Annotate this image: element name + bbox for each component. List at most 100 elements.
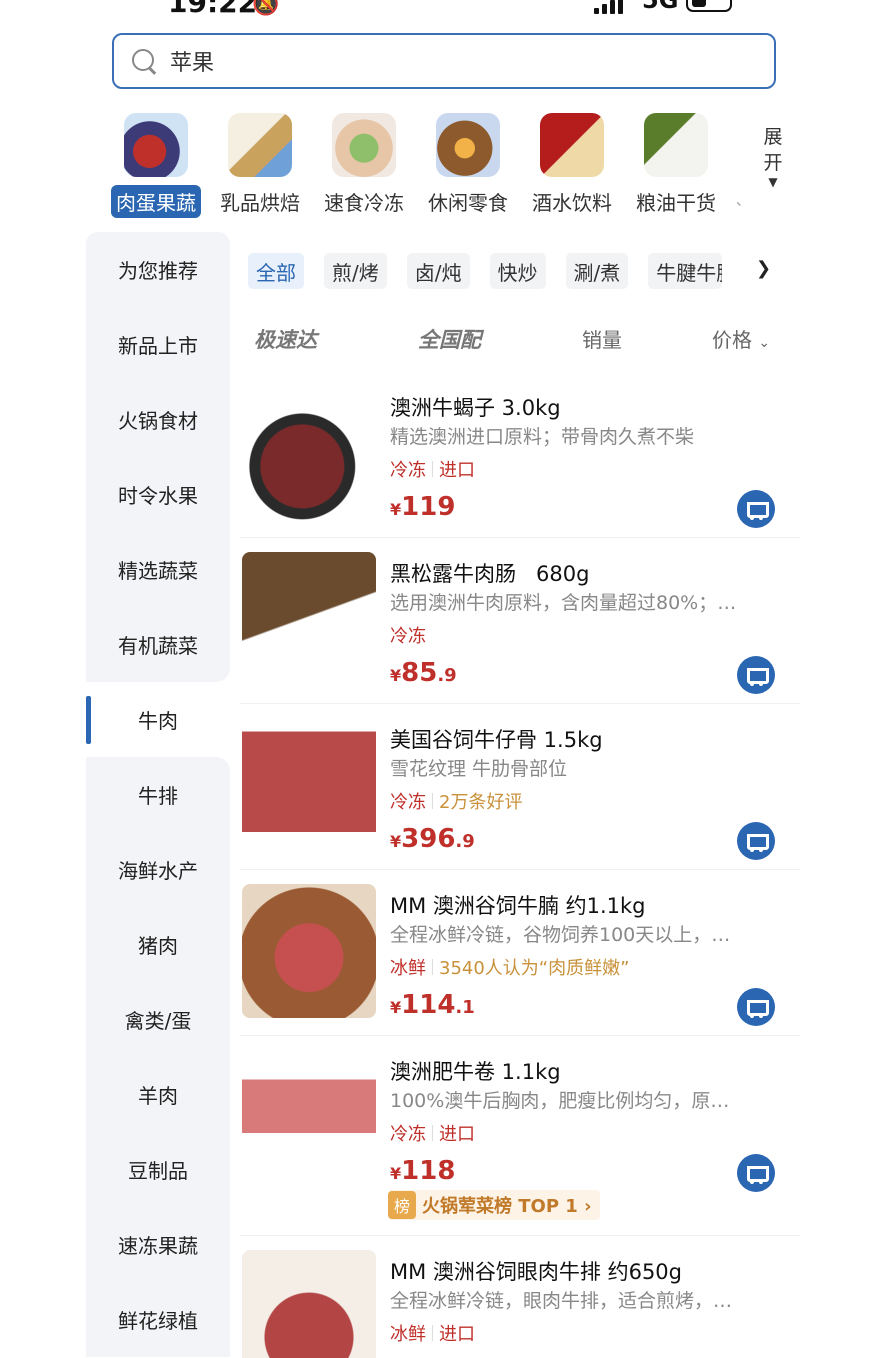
sidebar-item[interactable]: 时令水果 [86,457,230,532]
product-price: ¥119 [390,492,455,522]
filter-chip[interactable]: 涮/煮 [565,253,629,289]
product-item[interactable]: 黑松露牛肉肠 680g 选用澳洲牛肉原料，含肉量超过80%；… 冷冻 ¥85.9 [240,538,800,704]
sidebar-item[interactable]: 牛排 [86,757,230,832]
currency-symbol: ¥ [390,1164,402,1183]
tag-divider [432,959,433,975]
product-list: 澳洲牛蝎子 3.0kg 精选澳洲进口原料；带骨肉久煮不柴 冷冻 进口 ¥119 … [240,372,800,1358]
status-bar: 19:22 🔕 5G [0,0,888,26]
sidebar-item-label: 羊肉 [138,1084,178,1108]
category-label: 酒水饮料 [532,191,612,215]
expand-categories-button[interactable]: 展开 ▼ [760,124,786,188]
filter-chips: 全部 煎/烤 卤/炖 快炒 涮/煮 牛腱牛腩 [248,252,796,290]
product-item[interactable]: 美国谷饲牛仔骨 1.5kg 雪花纹理 牛肋骨部位 冷冻 2万条好评 ¥396.9 [240,704,800,870]
sidebar-item[interactable]: 火锅食材 [86,382,230,457]
rank-icon: 榜 [388,1191,416,1219]
sidebar-item-label: 牛排 [138,784,178,808]
price-decimal: .9 [437,665,457,686]
frozen-food-icon [332,113,396,177]
filter-chip-all[interactable]: 全部 [248,253,304,289]
price-integer: 119 [401,492,456,522]
product-desc: 全程冰鲜冷链，眼肉牛排，适合煎烤，… [390,1290,733,1312]
tag-divider [432,793,433,809]
mute-bell-icon: 🔕 [252,0,280,17]
product-tag: 进口 [439,1124,475,1145]
product-name: MM 澳洲谷饲眼肉牛排 约650g [390,1260,682,1284]
add-to-cart-icon[interactable] [737,656,775,694]
signal-icon [594,0,623,14]
product-name: 美国谷饲牛仔骨 1.5kg [390,728,603,752]
add-to-cart-icon[interactable] [737,988,775,1026]
product-tags: 冰鲜 3540人认为“肉质鲜嫩” [390,954,629,980]
filter-chip[interactable]: 卤/炖 [406,253,470,289]
add-to-cart-icon[interactable] [737,1154,775,1192]
sidebar-item[interactable]: 有机蔬菜 [86,607,230,682]
fruit-veg-icon [124,113,188,177]
currency-symbol: ¥ [390,832,402,851]
product-tag: 冰鲜 [390,958,426,979]
sidebar-item[interactable]: 海鲜水产 [86,832,230,907]
category-snack[interactable]: 休闲零食 [416,112,520,222]
price-integer: 114 [401,990,456,1020]
category-label: 粮油干货 [636,191,716,215]
sidebar-item[interactable]: 猪肉 [86,907,230,982]
product-desc: 100%澳牛后胸肉，肥瘦比例均匀，原… [390,1090,730,1112]
currency-symbol: ¥ [390,998,402,1017]
filter-chip[interactable]: 煎/烤 [324,253,387,289]
tag-divider [432,1125,433,1141]
product-item[interactable]: MM 澳洲谷饲牛腩 约1.1kg 全程冰鲜冷链，谷物饲养100天以上，… 冰鲜 … [240,870,800,1036]
sidebar-item[interactable]: 禽类/蛋 [86,982,230,1057]
product-item[interactable]: 澳洲牛蝎子 3.0kg 精选澳洲进口原料；带骨肉久煮不柴 冷冻 进口 ¥119 [240,372,800,538]
category-sidebar: 为您推荐 新品上市 火锅食材 时令水果 精选蔬菜 有机蔬菜 牛肉 牛排 海鲜水产… [86,232,230,1358]
category-dairy-bakery[interactable]: 乳品烘焙 [208,112,312,222]
category-frozen-food[interactable]: 速食冷冻 [312,112,416,222]
product-item[interactable]: MM 澳洲谷饲眼肉牛排 约650g 全程冰鲜冷链，眼肉牛排，适合煎烤，… 冰鲜 … [240,1236,800,1358]
sidebar-item[interactable]: 新品上市 [86,307,230,382]
product-item[interactable]: 澳洲肥牛卷 1.1kg 100%澳牛后胸肉，肥瘦比例均匀，原… 冷冻 进口 ¥1… [240,1036,800,1236]
sidebar-item[interactable]: 鲜花绿植 [86,1282,230,1357]
sidebar-item[interactable]: 速冻果蔬 [86,1207,230,1282]
product-name: MM 澳洲谷饲牛腩 约1.1kg [390,894,646,918]
add-to-cart-icon[interactable] [737,822,775,860]
caret-down-icon: ▼ [768,175,778,189]
product-image [242,552,376,686]
filter-chip[interactable]: 快炒 [489,253,546,289]
sort-nationwide[interactable]: 全国配 [418,324,481,354]
product-image [242,1250,376,1358]
category-fruit-veg[interactable]: 肉蛋果蔬 [104,112,208,222]
product-tags: 冰鲜 进口 [390,1320,475,1346]
network-type: 5G [642,0,679,14]
sidebar-item[interactable]: 精选蔬菜 [86,532,230,607]
sidebar-item-label: 海鲜水产 [118,859,198,883]
sidebar-item-label: 为您推荐 [118,259,198,283]
product-tag: 冷冻 [390,626,426,647]
category-grain-oil[interactable]: 粮油干货 [624,112,728,222]
sort-sales[interactable]: 销量 [582,324,622,353]
product-tag: 3540人认为“肉质鲜嫩” [439,958,630,979]
category-drinks[interactable]: 酒水饮料 [520,112,624,222]
sidebar-item[interactable]: 为您推荐 [86,232,230,307]
category-label: 肉蛋果蔬 [111,185,201,218]
sidebar-item-active[interactable]: 牛肉 [86,682,230,757]
product-tag: 冷冻 [390,460,426,481]
product-desc: 精选澳洲进口原料；带骨肉久煮不柴 [390,426,695,448]
search-icon [130,47,158,75]
expand-label: 展开 [763,126,783,174]
add-to-cart-icon[interactable] [737,490,775,528]
sidebar-item[interactable]: 豆制品 [86,1132,230,1207]
sort-price[interactable]: 价格 ⌄ [712,324,770,353]
sidebar-item-label: 火锅食材 [118,409,198,433]
search-input[interactable]: 苹果 [112,33,776,89]
category-label: 速食冷冻 [324,191,404,215]
product-tags: 冷冻 进口 [390,456,475,482]
sidebar-item[interactable]: 羊肉 [86,1057,230,1132]
sidebar-item-label: 鲜花绿植 [118,1309,198,1333]
chevron-down-icon[interactable]: ❯ [756,258,771,279]
filter-chip[interactable]: 牛腱牛腩 [648,253,723,289]
drinks-icon [540,113,604,177]
product-desc: 全程冰鲜冷链，谷物饲养100天以上，… [390,924,731,946]
battery-icon [686,0,732,12]
sort-express[interactable]: 极速达 [254,324,317,354]
ranking-badge[interactable]: 榜 火锅荤菜榜 TOP 1 › [388,1190,600,1220]
product-tag: 冰鲜 [390,1324,426,1345]
sidebar-item-label: 禽类/蛋 [124,1009,192,1033]
